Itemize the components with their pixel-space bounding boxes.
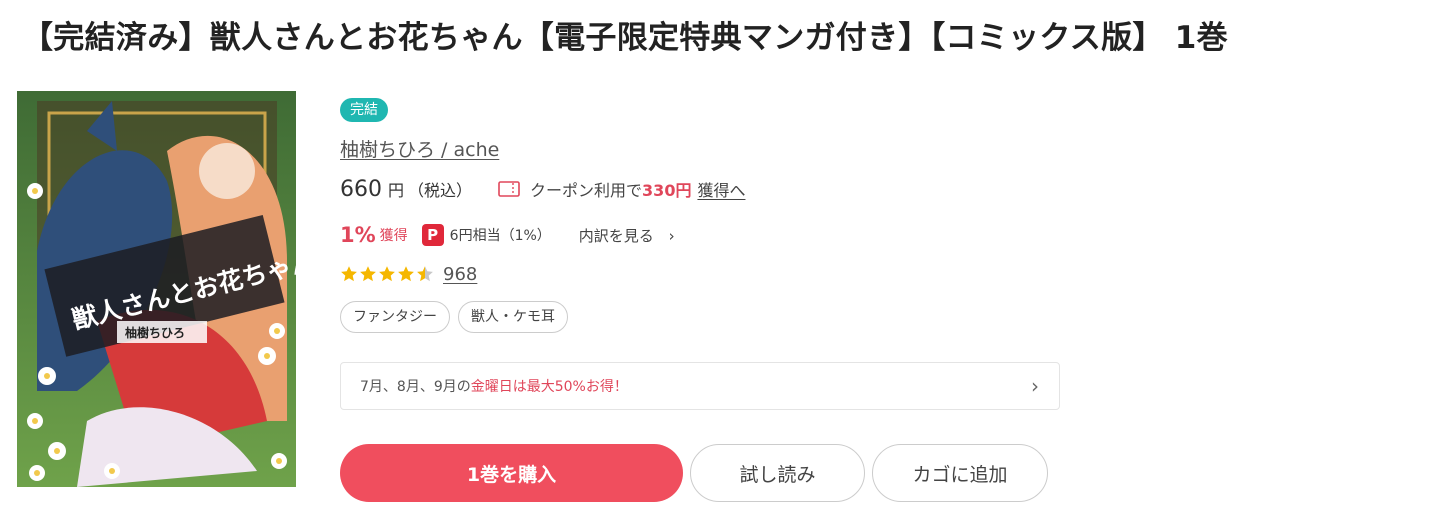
rating-row: 968 (340, 261, 477, 287)
genre-tags: ファンタジー 獣人・ケモ耳 (340, 301, 576, 333)
price-unit: 円 (388, 181, 405, 200)
star-rating (340, 265, 435, 283)
star-icon (379, 266, 395, 282)
buy-button[interactable]: 1巻を購入 (340, 444, 683, 502)
star-icon (360, 266, 376, 282)
review-count-link[interactable]: 968 (443, 264, 477, 285)
price-value: 660 (340, 176, 382, 202)
add-to-cart-button[interactable]: カゴに追加 (872, 444, 1048, 502)
chevron-right-icon: › (1031, 374, 1039, 398)
breakdown-label: 内訳を見る (578, 226, 654, 245)
paypay-icon: P (421, 224, 444, 246)
page-title: 【完結済み】獣人さんとお花ちゃん【電子限定特典マンガ付き】【コミックス版】 1巻 (22, 20, 1228, 56)
chevron-right-icon: › (668, 226, 675, 245)
points-percent: 1% (340, 223, 376, 247)
coupon-icon (498, 181, 520, 197)
promo-highlight: 金曜日は最大50%お得！ (470, 379, 628, 395)
coupon-amount: 330円 (642, 181, 692, 200)
tag-kemonomimi[interactable]: 獣人・ケモ耳 (458, 301, 568, 333)
star-icon (417, 266, 433, 282)
points-label: 獲得 (379, 228, 408, 244)
tag-fantasy[interactable]: ファンタジー (340, 301, 450, 333)
coupon-prefix: クーポン利用で (530, 181, 643, 200)
paypay-text: 6円相当（1%） (449, 228, 551, 244)
star-icon (341, 266, 357, 282)
breakdown-link[interactable]: 内訳を見る › (579, 225, 675, 246)
star-icon (398, 266, 414, 282)
coupon-get-link[interactable]: 獲得へ (697, 177, 745, 201)
promo-banner[interactable]: 7月、8月、9月の金曜日は最大50%お得！ › (340, 362, 1060, 410)
points-row: 1% 獲得 P 6円相当（1%） 内訳を見る › (340, 221, 675, 249)
promo-prefix: 7月、8月、9月の (360, 379, 471, 395)
cover-illustration: 獣人さんとお花ちゃん 柚樹ちひろ (17, 91, 296, 487)
tax-label: （税込） (408, 181, 473, 200)
cover-image[interactable]: 獣人さんとお花ちゃん 柚樹ちひろ (17, 91, 296, 487)
trial-read-button[interactable]: 試し読み (690, 444, 865, 502)
promo-text: 7月、8月、9月の金曜日は最大50%お得！ (360, 376, 1031, 396)
status-badge: 完結 (340, 98, 388, 122)
price-row: 660 円 （税込） クーポン利用で 330円 獲得へ (340, 175, 745, 203)
author-link[interactable]: 柚樹ちひろ / ache (340, 135, 499, 162)
cover-author: 柚樹ちひろ (125, 325, 185, 340)
